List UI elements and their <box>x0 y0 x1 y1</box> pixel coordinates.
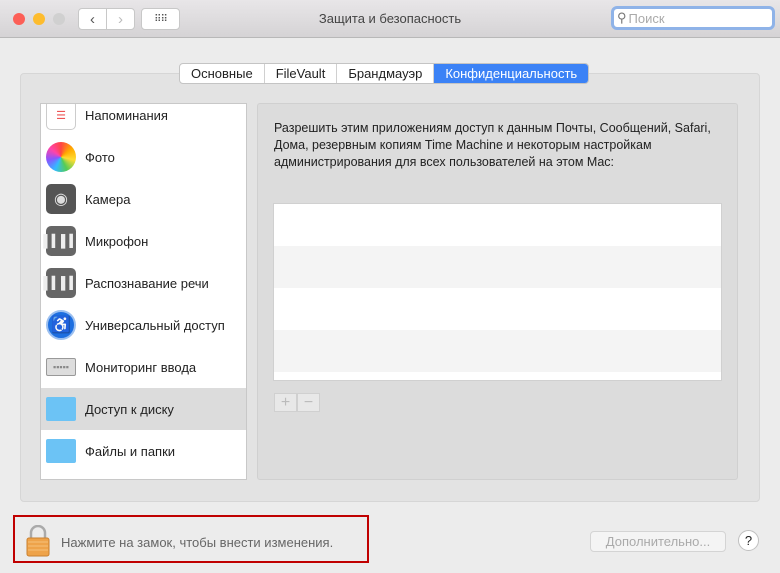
list-row <box>274 330 721 372</box>
help-button[interactable]: ? <box>738 530 759 551</box>
search-placeholder: Поиск <box>628 10 665 26</box>
reminders-icon: ☰ <box>46 104 76 130</box>
accessibility-icon: ♿ <box>46 310 76 340</box>
sidebar-item-speech-recognition[interactable]: ▌▍▌▍ Распознавание речи <box>41 262 246 304</box>
title-bar: ‹ › ⠿⠿ Защита и безопасность ⚲ Поиск <box>0 0 780 38</box>
sidebar-item-input-monitoring[interactable]: ▪▪▪▪▪ Мониторинг ввода <box>41 346 246 388</box>
privacy-category-list[interactable]: ☰ Напоминания Фото ◉ Камера ▌▍▌▍ Микрофон ▌… <box>40 103 247 480</box>
search-input[interactable]: ⚲ Поиск <box>611 6 775 30</box>
sidebar-item-accessibility[interactable]: ♿ Универсальный доступ <box>41 304 246 346</box>
tab-bar: Основные FileVault Брандмауэр Конфиденци… <box>179 63 590 84</box>
microphone-icon: ▌▍▌▍ <box>43 226 79 256</box>
sidebar-item-label: Доступ к диску <box>85 401 174 417</box>
tab-filevault[interactable]: FileVault <box>265 64 338 83</box>
sidebar-item-microphone[interactable]: ▌▍▌▍ Микрофон <box>41 220 246 262</box>
add-app-button[interactable]: + <box>274 393 297 412</box>
sidebar-item-label: Распознавание речи <box>85 275 209 291</box>
sidebar-item-label: Фото <box>85 149 115 165</box>
list-row <box>274 288 721 330</box>
speech-recognition-icon: ▌▍▌▍ <box>43 268 79 298</box>
lock-icon[interactable] <box>26 525 50 557</box>
sidebar-item-label: Мониторинг ввода <box>85 359 197 375</box>
description-text: Разрешить этим приложениям доступ к данн… <box>274 121 711 169</box>
detail-pane: Разрешить этим приложениям доступ к данн… <box>257 103 738 480</box>
sidebar-item-label: Микрофон <box>85 233 149 249</box>
lock-area: Нажмите на замок, чтобы внести изменения… <box>13 515 369 563</box>
sidebar-item-files-and-folders[interactable]: Файлы и папки <box>41 430 246 472</box>
photos-icon <box>46 142 76 172</box>
sidebar-item-label: Универсальный доступ <box>85 317 225 333</box>
lock-message: Нажмите на замок, чтобы внести изменения… <box>61 535 334 550</box>
remove-app-button[interactable]: − <box>297 393 320 412</box>
sidebar-item-label: Камера <box>85 191 131 207</box>
folder-icon <box>46 439 76 463</box>
list-row <box>274 372 721 380</box>
sidebar-item-reminders[interactable]: ☰ Напоминания <box>41 104 246 136</box>
list-row <box>274 246 721 288</box>
search-icon: ⚲ <box>617 10 627 25</box>
sidebar-item-label: Напоминания <box>85 107 168 123</box>
sidebar-item-photos[interactable]: Фото <box>41 136 246 178</box>
sidebar-item-full-disk-access[interactable]: Доступ к диску <box>41 388 246 430</box>
folder-icon <box>46 397 76 421</box>
tab-general[interactable]: Основные <box>180 64 265 83</box>
app-list[interactable] <box>273 203 722 381</box>
list-row <box>274 204 721 246</box>
camera-icon: ◉ <box>46 184 76 214</box>
advanced-button[interactable]: Дополнительно... <box>590 531 726 552</box>
tab-firewall[interactable]: Брандмауэр <box>337 64 435 83</box>
sidebar-item-camera[interactable]: ◉ Камера <box>41 178 246 220</box>
sidebar-item-label: Файлы и папки <box>85 443 176 459</box>
keyboard-icon: ▪▪▪▪▪ <box>46 358 76 376</box>
tab-privacy[interactable]: Конфиденциальность <box>434 64 589 83</box>
